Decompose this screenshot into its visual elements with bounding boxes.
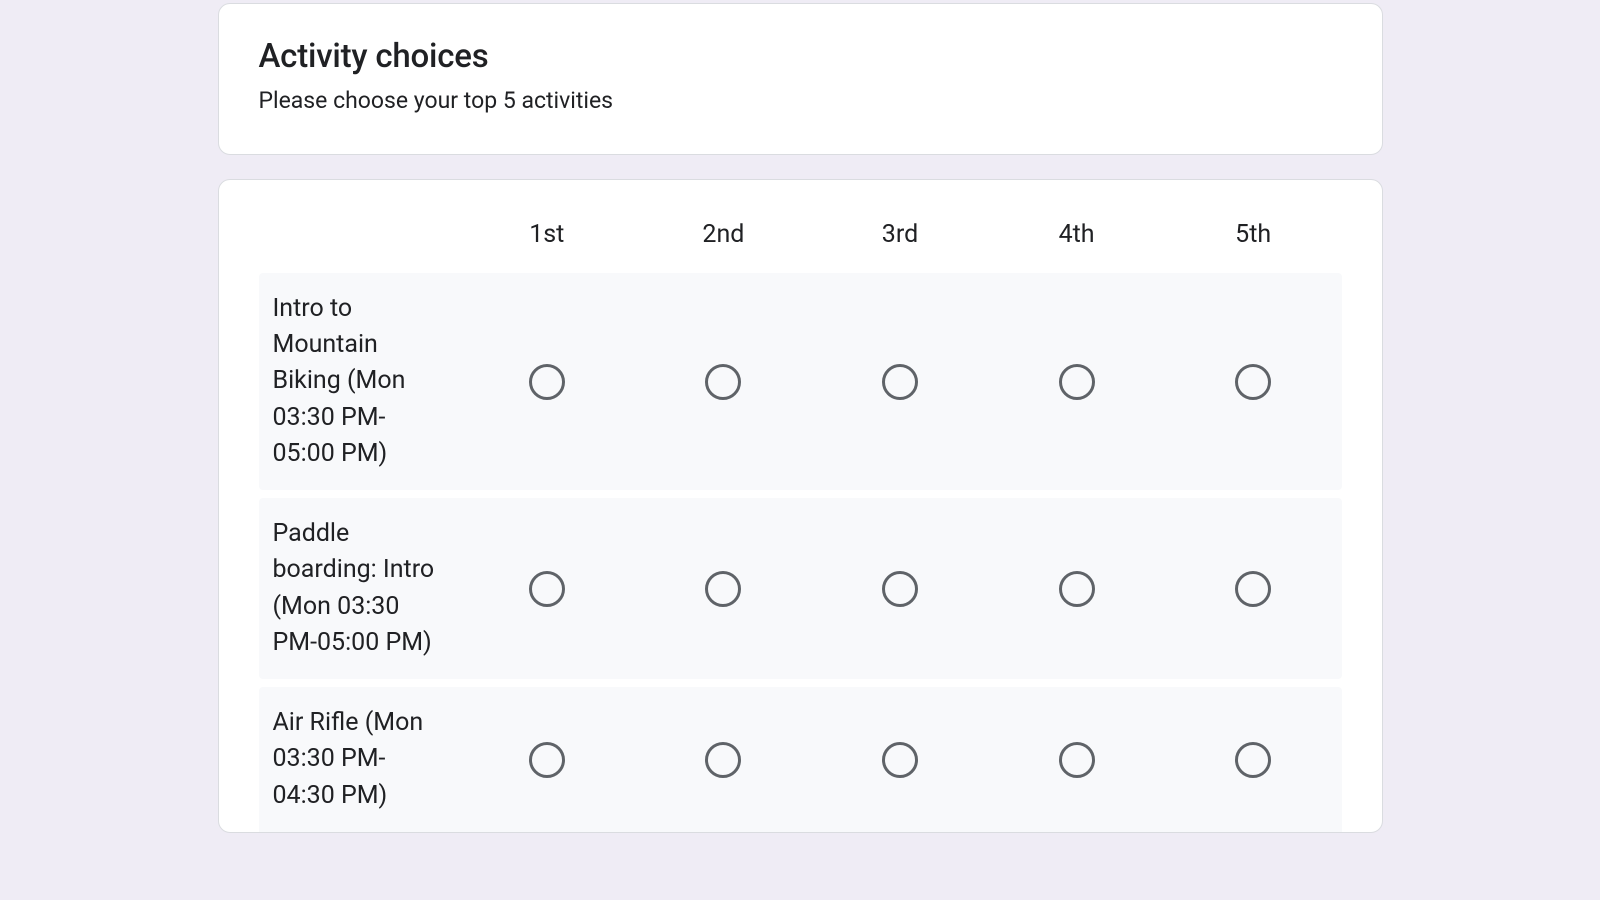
grid-row: Paddle boarding: Intro (Mon 03:30 PM-05:… (259, 498, 1342, 679)
grid-row: Intro to Mountain Biking (Mon 03:30 PM-0… (259, 273, 1342, 490)
section-header-card: Activity choices Please choose your top … (218, 3, 1383, 155)
radio-row1-col4[interactable] (1235, 571, 1271, 607)
column-header-2nd: 2nd (635, 220, 812, 249)
form-container: Activity choices Please choose your top … (218, 0, 1383, 833)
column-header-5th: 5th (1165, 220, 1342, 249)
column-header-1st: 1st (459, 220, 636, 249)
radio-row1-col1[interactable] (705, 571, 741, 607)
question-grid-card: 1st 2nd 3rd 4th 5th Intro to Mountain Bi… (218, 179, 1383, 833)
row-label: Air Rifle (Mon 03:30 PM-04:30 PM) (259, 705, 459, 814)
row-label: Paddle boarding: Intro (Mon 03:30 PM-05:… (259, 516, 459, 661)
radio-row0-col1[interactable] (705, 364, 741, 400)
grid-header-row: 1st 2nd 3rd 4th 5th (219, 220, 1342, 273)
radio-row1-col0[interactable] (529, 571, 565, 607)
row-label: Intro to Mountain Biking (Mon 03:30 PM-0… (259, 291, 459, 472)
section-description: Please choose your top 5 activities (259, 87, 1342, 114)
radio-row1-col2[interactable] (882, 571, 918, 607)
radio-row1-col3[interactable] (1059, 571, 1095, 607)
radio-row2-col1[interactable] (705, 742, 741, 778)
section-title: Activity choices (259, 36, 1342, 79)
grid-row: Air Rifle (Mon 03:30 PM-04:30 PM) (259, 687, 1342, 832)
radio-row2-col2[interactable] (882, 742, 918, 778)
radio-row2-col4[interactable] (1235, 742, 1271, 778)
radio-row0-col3[interactable] (1059, 364, 1095, 400)
radio-row2-col0[interactable] (529, 742, 565, 778)
column-header-4th: 4th (988, 220, 1165, 249)
radio-row2-col3[interactable] (1059, 742, 1095, 778)
radio-row0-col2[interactable] (882, 364, 918, 400)
radio-row0-col0[interactable] (529, 364, 565, 400)
column-header-3rd: 3rd (812, 220, 989, 249)
radio-row0-col4[interactable] (1235, 364, 1271, 400)
